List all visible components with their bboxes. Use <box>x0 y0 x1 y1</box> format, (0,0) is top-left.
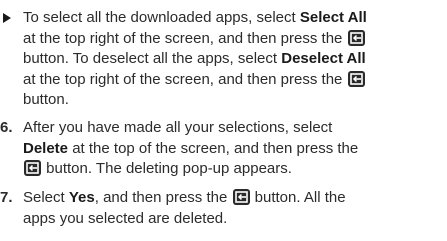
text-run: button. <box>23 91 69 108</box>
step-text: Select Yes, and then press the button. A… <box>23 188 441 229</box>
text-run: at the top right of the screen, and then… <box>23 70 347 88</box>
select-all-term: Select All <box>299 9 367 26</box>
text-line: button. To deselect all the apps, select… <box>23 49 441 70</box>
text-line: Select Yes, and then press the button. A… <box>23 188 441 209</box>
text-run: apps you selected are deleted. <box>23 209 228 227</box>
text-line: To select all the downloaded apps, selec… <box>23 8 441 29</box>
text-run: at the top right of the screen, and then… <box>23 29 347 47</box>
text-line: After you have made all your selections,… <box>23 118 441 139</box>
text-line: apps you selected are deleted. <box>23 209 441 230</box>
text-run: at the top of the screen, and then press… <box>68 139 359 157</box>
enter-button-icon <box>232 189 250 205</box>
step-number: 7. <box>0 189 13 206</box>
text-run: button. All the <box>250 189 346 206</box>
step-number: 6. <box>0 119 13 136</box>
text-line: button. <box>23 90 441 111</box>
delete-term: Delete <box>23 139 69 157</box>
yes-term: Yes <box>68 189 95 206</box>
step-text: After you have made all your selections,… <box>23 118 441 180</box>
text-run: After you have made all your selections,… <box>23 119 333 136</box>
enter-button-icon <box>24 160 41 176</box>
text-run: button. The deleting pop-up appears. <box>42 160 292 177</box>
bullet-triangle-icon <box>3 13 11 23</box>
deselect-all-term: Deselect All <box>281 50 366 67</box>
instruction-document: To select all the downloaded apps, selec… <box>0 0 447 241</box>
text-line: at the top right of the screen, and then… <box>23 29 441 50</box>
text-run: Select <box>23 189 69 206</box>
enter-button-icon <box>347 29 365 46</box>
text-line: Delete at the top of the screen, and the… <box>23 139 441 160</box>
text-run: , and then press the <box>94 189 232 206</box>
text-run: To select all the downloaded apps, selec… <box>23 9 300 26</box>
enter-button-icon <box>347 70 365 87</box>
bullet-text: To select all the downloaded apps, selec… <box>23 8 441 111</box>
text-line: button. The deleting pop-up appears. <box>23 159 441 180</box>
text-line: at the top right of the screen, and then… <box>23 70 441 91</box>
text-run: button. To deselect all the apps, select <box>23 50 282 67</box>
